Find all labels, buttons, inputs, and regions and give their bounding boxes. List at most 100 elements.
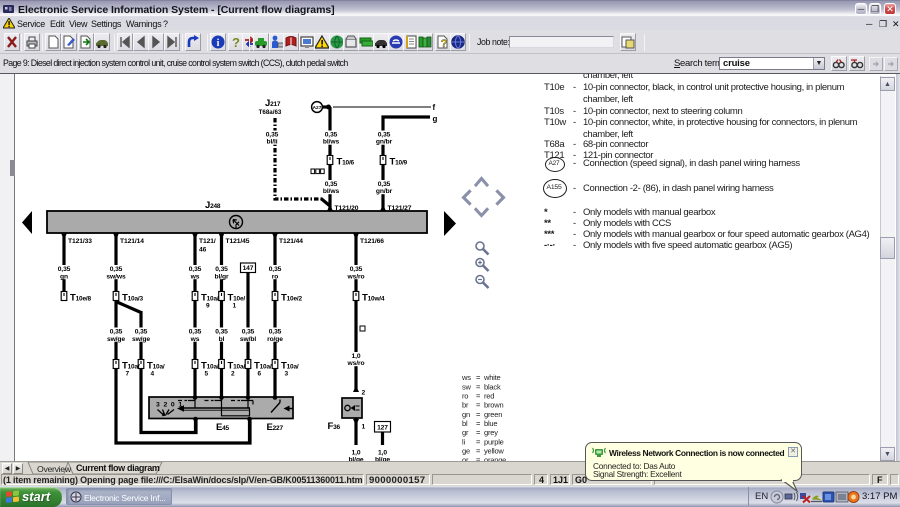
svg-text:T10a/: T10a/ [201,293,219,304]
svg-text:=: = [476,419,481,428]
svg-text:bl/ws: bl/ws [323,188,340,195]
svg-text:1,0: 1,0 [378,450,387,457]
svg-text:T10/9: T10/9 [390,157,408,168]
svg-text:sw: sw [462,383,472,392]
svg-text:bl: bl [462,419,468,428]
svg-text:0,35: 0,35 [325,181,338,188]
svg-text:=: = [476,447,481,456]
svg-text:0,35: 0,35 [325,132,338,139]
svg-text:J217: J217 [265,98,281,109]
svg-text:F36: F36 [328,421,341,432]
svg-text:yellow: yellow [484,447,504,456]
svg-text:1: 1 [233,303,237,310]
svg-text:ro: ro [272,274,279,281]
svg-text:T121/20: T121/20 [335,205,359,212]
svg-text:0,35: 0,35 [110,329,123,336]
svg-text:=: = [476,410,481,419]
svg-text:T68a/63: T68a/63 [259,109,282,116]
svg-text:46: 46 [199,247,207,254]
svg-text:0,35: 0,35 [189,266,202,273]
svg-text:T121/14: T121/14 [120,238,144,245]
svg-text:T121/27: T121/27 [388,205,412,212]
svg-text:ro/ge: ro/ge [267,336,283,343]
svg-text:0,35: 0,35 [215,329,228,336]
svg-text:3 2 0 1: 3 2 0 1 [156,402,183,409]
svg-text:grey: grey [484,428,498,437]
svg-text:1: 1 [362,424,366,431]
svg-text:green: green [484,410,502,419]
svg-text:sw/ws: sw/ws [106,274,126,281]
svg-text:4: 4 [151,371,155,378]
svg-text:bl/ws: bl/ws [323,139,340,146]
svg-text:0,35: 0,35 [110,266,123,273]
svg-text:0,35: 0,35 [242,329,255,336]
svg-text:gn: gn [462,410,470,419]
svg-text:0,35: 0,35 [266,132,279,139]
svg-text:=: = [476,401,481,410]
svg-text:?: ? [441,38,448,50]
svg-text:147: 147 [243,265,254,272]
svg-text:blue: blue [484,419,497,428]
svg-text:g: g [433,115,438,124]
svg-text:0,35: 0,35 [350,266,363,273]
svg-text:gn/br: gn/br [376,188,393,195]
svg-text:T10/6: T10/6 [337,157,355,168]
svg-text:127: 127 [377,425,388,432]
svg-text:T121/66: T121/66 [360,238,384,245]
svg-text:0,35: 0,35 [58,266,71,273]
svg-text:ws: ws [190,336,200,343]
svg-text:sw/ge: sw/ge [132,336,150,343]
svg-text:gn/br: gn/br [376,139,393,146]
svg-text:T121/: T121/ [199,238,216,245]
svg-text:0,35: 0,35 [135,329,148,336]
svg-text:ws: ws [461,373,471,382]
svg-text:T10e/8: T10e/8 [70,293,91,304]
svg-text:?: ? [232,35,240,50]
svg-text:=: = [476,438,481,447]
svg-text:white: white [483,373,501,382]
svg-text:T10e/: T10e/ [228,293,246,304]
svg-text:T10w/4: T10w/4 [362,293,385,304]
svg-text:0,35: 0,35 [269,329,282,336]
svg-text:5: 5 [205,371,209,378]
svg-text:T10e/2: T10e/2 [281,293,302,304]
svg-text:0,35: 0,35 [378,132,391,139]
svg-text:T121/45: T121/45 [226,238,250,245]
svg-text:f: f [433,103,436,112]
svg-text:gn: gn [60,274,68,281]
svg-text:i: i [217,38,220,49]
svg-text:E227: E227 [267,422,284,433]
svg-text:br: br [462,401,469,410]
svg-text:sw/bl: sw/bl [240,336,256,343]
svg-text:T10a/3: T10a/3 [122,293,143,304]
svg-text:0,35: 0,35 [378,181,391,188]
svg-text:=: = [476,392,481,401]
svg-text:li: li [462,438,465,447]
svg-text:ws/ro: ws/ro [347,274,365,281]
svg-text:3: 3 [285,371,289,378]
svg-text:ws/ro: ws/ro [347,360,365,367]
svg-text:2: 2 [362,390,366,397]
svg-text:E45: E45 [216,422,230,433]
svg-text:bl/li: bl/li [266,139,277,146]
svg-text:T121/33: T121/33 [68,238,92,245]
svg-text:T121/44: T121/44 [279,238,303,245]
svg-text:red: red [484,392,494,401]
svg-text:6: 6 [258,371,262,378]
svg-text:0,35: 0,35 [189,329,202,336]
svg-text:J248: J248 [205,200,221,211]
svg-text:black: black [484,383,501,392]
svg-text:ge: ge [462,447,470,456]
svg-text:=: = [476,373,481,382]
svg-text:gr: gr [462,428,469,437]
svg-text:purple: purple [484,438,504,447]
svg-text:0,35: 0,35 [269,266,282,273]
svg-text:1,0: 1,0 [352,450,361,457]
svg-text:1,0: 1,0 [352,353,361,360]
svg-text:7: 7 [126,371,130,378]
svg-text:ro: ro [462,392,468,401]
svg-text:bl/gr: bl/gr [215,274,229,281]
svg-text:bl: bl [219,336,225,343]
svg-text:brown: brown [484,401,503,410]
svg-text:9: 9 [206,303,210,310]
